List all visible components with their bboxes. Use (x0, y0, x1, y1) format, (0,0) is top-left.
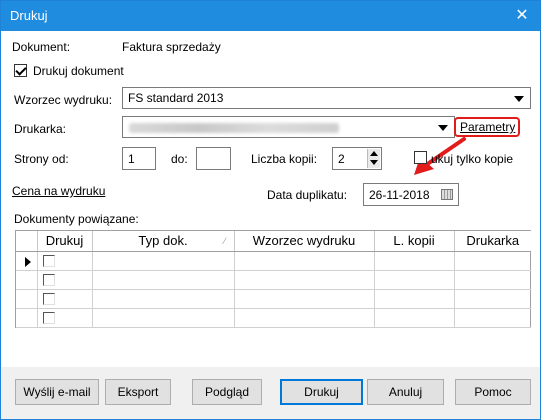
calendar-icon[interactable] (441, 189, 453, 200)
close-icon[interactable]: ✕ (512, 6, 532, 26)
copies-stepper[interactable]: 2 (332, 147, 382, 170)
row-print-checkbox[interactable] (42, 292, 55, 305)
title-bar: Drukuj ✕ (1, 1, 540, 31)
printer-cell[interactable] (454, 270, 531, 290)
print-button[interactable]: Drukuj (280, 379, 363, 405)
table-row[interactable] (16, 270, 531, 290)
copies-cell[interactable] (374, 270, 455, 290)
printer-cell[interactable] (454, 289, 531, 309)
pages-from-input[interactable]: 1 (122, 147, 156, 170)
template-cell[interactable] (234, 289, 375, 309)
table-header-row: Drukuj Typ dok. ⁄ Wzorzec wydruku L. kopi… (16, 231, 531, 252)
related-docs-label: Dokumenty powiązane: (14, 212, 139, 226)
printer-cell[interactable] (454, 251, 531, 271)
duplicate-date-label: Data duplikatu: (267, 188, 348, 202)
table-row[interactable] (16, 289, 531, 309)
row-print-checkbox[interactable] (42, 273, 55, 286)
template-select[interactable]: FS standard 2013 (122, 87, 531, 109)
type-cell[interactable] (92, 289, 235, 309)
pages-to-input[interactable] (196, 147, 231, 170)
row-print-checkbox[interactable] (42, 311, 55, 324)
pages-from-value: 1 (128, 152, 135, 166)
column-header-copies[interactable]: L. kopii (374, 231, 455, 252)
stepper-down-icon[interactable] (370, 160, 378, 165)
table-row[interactable] (16, 251, 531, 271)
print-document-checkbox[interactable] (14, 64, 27, 77)
pages-to-label: do: (171, 152, 188, 166)
column-header-indicator (16, 231, 38, 252)
row-indicator (16, 289, 38, 309)
column-header-type-label: Typ dok. (138, 233, 188, 249)
help-button[interactable]: Pomoc (455, 379, 531, 405)
column-header-printer[interactable]: Drukarka (454, 231, 531, 252)
sort-icon: ⁄ (223, 236, 226, 246)
copies-value: 2 (338, 152, 345, 166)
printer-value-blurred (129, 123, 339, 133)
stepper-buttons[interactable] (367, 149, 380, 168)
row-indicator (16, 270, 38, 290)
copies-cell[interactable] (374, 251, 455, 271)
duplicate-date-value: 26-11-2018 (369, 188, 430, 202)
template-cell[interactable] (234, 251, 375, 271)
document-label: Dokument: (12, 40, 71, 54)
preview-button[interactable]: Podgląd (192, 379, 262, 405)
copies-cell[interactable] (374, 289, 455, 309)
row-print-checkbox[interactable] (42, 254, 55, 267)
stepper-up-icon[interactable] (370, 151, 378, 156)
chevron-down-icon (438, 125, 448, 131)
print-copies-only-checkbox[interactable] (414, 151, 427, 164)
cancel-button[interactable]: Anuluj (367, 379, 444, 405)
column-header-template[interactable]: Wzorzec wydruku (234, 231, 375, 252)
copies-label: Liczba kopii: (251, 152, 318, 166)
type-cell[interactable] (92, 270, 235, 290)
print-cell[interactable] (37, 251, 93, 271)
printer-label: Drukarka: (14, 122, 67, 136)
column-header-print[interactable]: Drukuj (37, 231, 93, 252)
print-cell[interactable] (37, 270, 93, 290)
template-cell[interactable] (234, 308, 375, 328)
print-dialog: Drukuj ✕ Dokument: Faktura sprzedaży Dru… (0, 0, 541, 420)
copies-cell[interactable] (374, 308, 455, 328)
export-button[interactable]: Eksport (105, 379, 171, 405)
pages-from-label: Strony od: (14, 152, 69, 166)
duplicate-date-input[interactable]: 26-11-2018 (363, 183, 459, 206)
print-cell[interactable] (37, 308, 93, 328)
print-copies-only-label: ukuj tylko kopie (431, 152, 514, 166)
print-document-label: Drukuj dokument (33, 64, 124, 78)
printer-cell[interactable] (454, 308, 531, 328)
window-title: Drukuj (10, 8, 48, 23)
table-row[interactable] (16, 308, 531, 328)
chevron-down-icon (514, 96, 524, 102)
type-cell[interactable] (92, 251, 235, 271)
template-label: Wzorzec wydruku: (14, 93, 113, 107)
price-on-printout-link[interactable]: Cena na wydruku (12, 184, 105, 198)
document-value: Faktura sprzedaży (122, 40, 221, 54)
row-indicator (16, 308, 38, 328)
column-header-type[interactable]: Typ dok. ⁄ (92, 231, 235, 252)
template-value: FS standard 2013 (128, 91, 224, 105)
related-docs-table[interactable]: Drukuj Typ dok. ⁄ Wzorzec wydruku L. kopi… (15, 230, 531, 328)
send-email-button[interactable]: Wyślij e-mail (15, 379, 99, 405)
print-cell[interactable] (37, 289, 93, 309)
template-cell[interactable] (234, 270, 375, 290)
annotation-highlight (454, 117, 520, 137)
current-row-icon (25, 256, 31, 267)
type-cell[interactable] (92, 308, 235, 328)
row-indicator (16, 251, 38, 271)
